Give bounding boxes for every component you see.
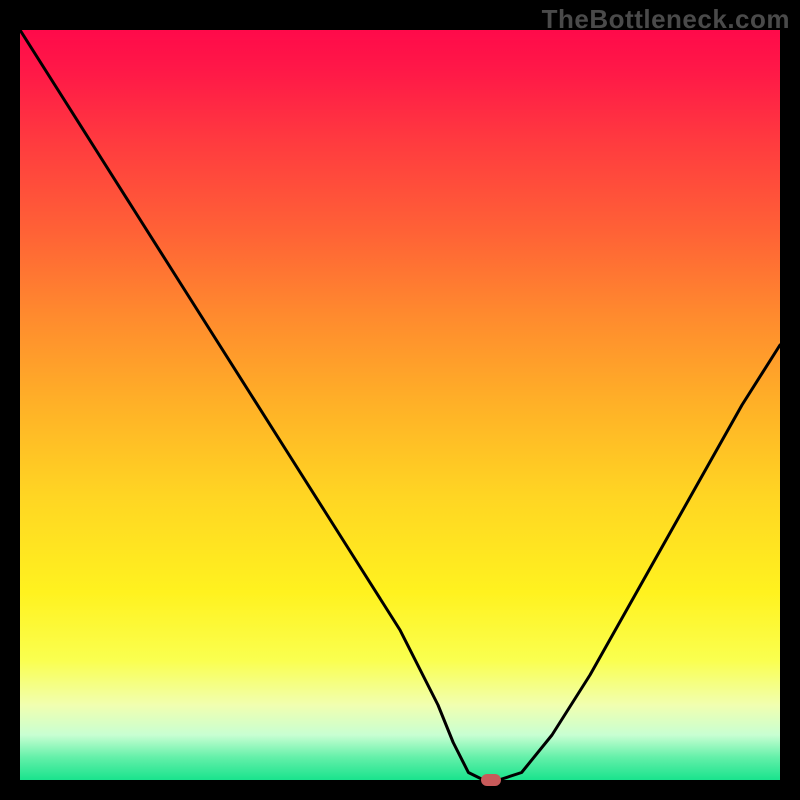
curve-path bbox=[20, 30, 780, 780]
optimum-marker bbox=[481, 774, 501, 786]
bottleneck-curve bbox=[20, 30, 780, 780]
chart-stage: TheBottleneck.com bbox=[0, 0, 800, 800]
watermark-text: TheBottleneck.com bbox=[542, 4, 790, 35]
plot-area bbox=[20, 30, 780, 780]
